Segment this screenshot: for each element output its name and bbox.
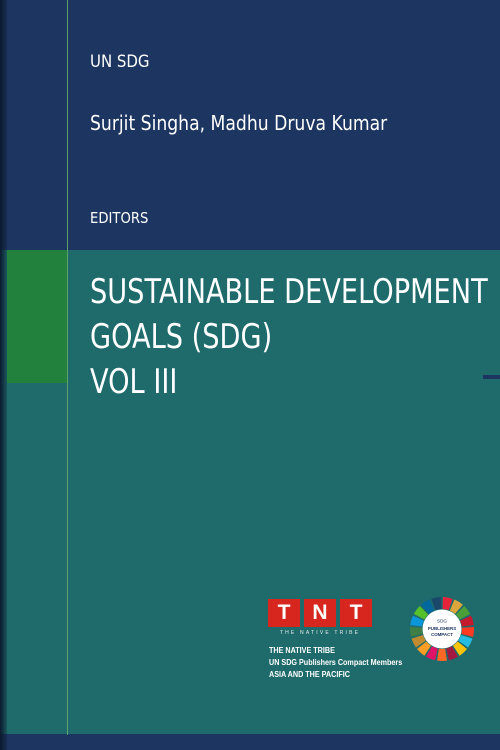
sdg-wheel-segment: [461, 627, 475, 637]
editor-names: Surjit Singha, Madhu Druva Kumar: [90, 111, 388, 135]
book-cover: UN SDG Surjit Singha, Madhu Druva Kumar …: [0, 0, 500, 750]
sdg-badge-line-2: PUBLISHERS: [428, 626, 456, 631]
sdg-badge-line-1: SDG: [437, 619, 447, 624]
sdg-badge-line-3: COMPACT: [431, 632, 453, 637]
sdg-wheel-segment: [437, 648, 447, 662]
publisher-info: THE NATIVE TRIBE UN SDG Publishers Compa…: [269, 645, 402, 681]
green-accent-block: [7, 250, 68, 383]
sdg-wheel-segment: [409, 627, 423, 637]
editors-label: EDITORS: [90, 209, 149, 227]
tnt-logo: T N T THE NATIVE TRIBE: [268, 599, 372, 636]
logo-letter-t1: T: [268, 599, 300, 627]
sdg-wheel-icon: SDG PUBLISHERS COMPACT: [409, 596, 475, 662]
logo-letter-t2: T: [340, 599, 372, 627]
logo-tagline: THE NATIVE TRIBE: [279, 630, 361, 636]
publisher-line-3: ASIA AND THE PACIFIC: [269, 670, 350, 679]
logo-letter-n: N: [304, 599, 336, 627]
book-title: SUSTAINABLE DEVELOPMENT GOALS (SDG) VOL …: [90, 270, 488, 405]
publisher-line-1: THE NATIVE TRIBE: [269, 646, 335, 655]
vertical-divider: [67, 0, 68, 735]
spine-shadow: [0, 0, 7, 750]
series-label: UN SDG: [90, 52, 150, 72]
bottom-band: [0, 734, 500, 750]
sdg-wheel-svg: SDG PUBLISHERS COMPACT: [409, 597, 475, 662]
publisher-line-2: UN SDG Publishers Compact Members: [269, 658, 403, 667]
title-line-3: VOL III: [90, 362, 178, 402]
title-line-2: GOALS (SDG): [90, 317, 273, 357]
title-line-1: SUSTAINABLE DEVELOPMENT: [90, 272, 488, 312]
